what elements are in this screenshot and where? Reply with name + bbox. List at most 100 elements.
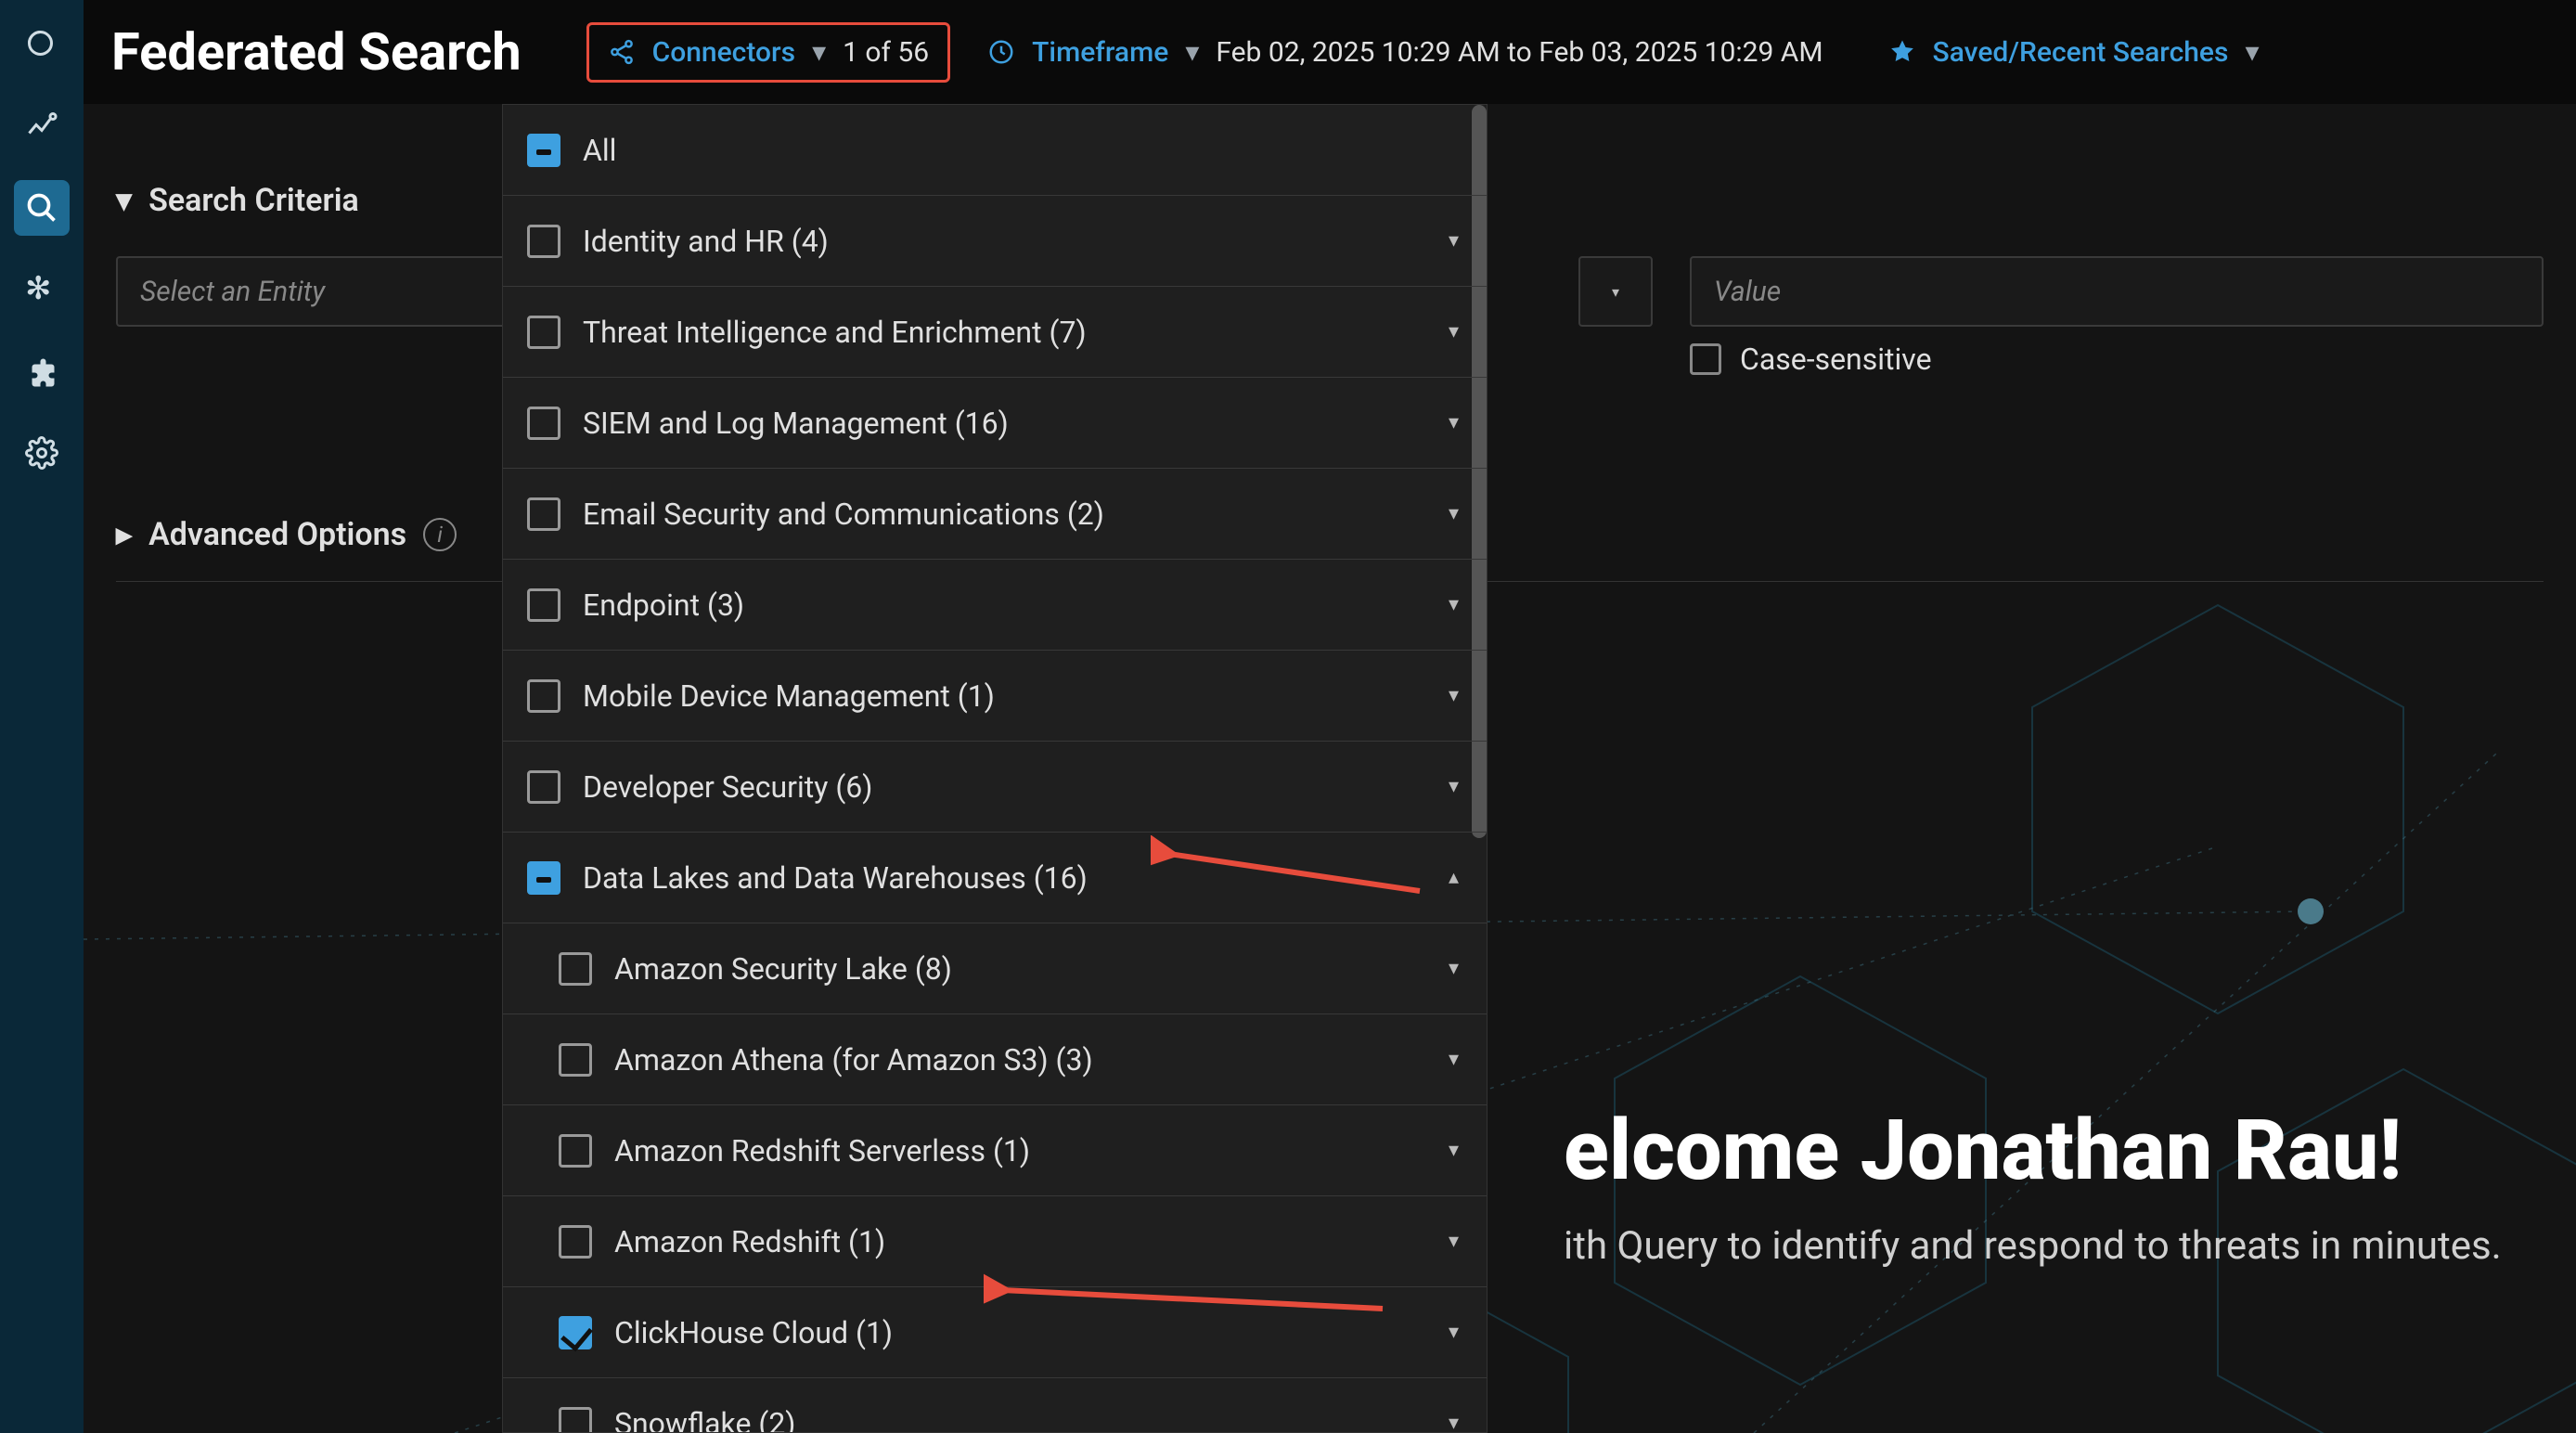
dd-group-label: Mobile Device Management (1) <box>583 678 995 714</box>
nav-connectors[interactable]: ✻ <box>14 262 70 317</box>
puzzle-icon <box>25 355 58 388</box>
caret-down-icon: ▾ <box>1449 1048 1459 1071</box>
star-icon <box>1888 38 1916 66</box>
dd-group-label: Threat Intelligence and Enrichment (7) <box>583 315 1087 350</box>
caret-down-icon: ▾ <box>1449 775 1459 798</box>
checkbox-icon <box>527 316 560 349</box>
dd-child-row[interactable]: Amazon Redshift Serverless (1) ▾ <box>503 1105 1487 1196</box>
nav-logo[interactable] <box>14 17 70 72</box>
dd-all-label: All <box>583 133 616 168</box>
checkbox-indeterminate-icon <box>527 861 560 895</box>
checkbox-icon <box>527 407 560 440</box>
network-icon: ✻ <box>25 273 58 306</box>
caret-down-icon: ▾ <box>1449 411 1459 434</box>
timeframe-value: Feb 02, 2025 10:29 AM to Feb 03, 2025 10… <box>1216 36 1823 69</box>
advanced-label: Advanced Options <box>148 516 406 553</box>
value-placeholder: Value <box>1714 276 1781 308</box>
dd-child-label: Amazon Athena (for Amazon S3) (3) <box>614 1042 1093 1078</box>
checkbox-icon <box>527 497 560 531</box>
checkbox-icon <box>527 225 560 258</box>
criteria-header-label: Search Criteria <box>148 182 359 219</box>
saved-label: Saved/Recent Searches <box>1933 36 2229 69</box>
dd-group-label: Data Lakes and Data Warehouses (16) <box>583 860 1088 896</box>
checkbox-icon <box>1690 343 1721 375</box>
search-icon <box>25 191 58 225</box>
nav-analytics[interactable] <box>14 98 70 154</box>
dd-child-label: Snowflake (2) <box>614 1406 795 1433</box>
dd-group-label: Identity and HR (4) <box>583 224 829 259</box>
caret-down-icon: ▾ <box>1449 1139 1459 1162</box>
topbar: Federated Search Connectors ▾ 1 of 56 Ti… <box>84 0 2576 104</box>
caret-down-icon: ▾ <box>1449 593 1459 616</box>
caret-down-icon: ▾ <box>1449 1230 1459 1253</box>
nav-search[interactable] <box>14 180 70 236</box>
connectors-dropdown-panel: All Identity and HR (4) ▾ Threat Intelli… <box>502 104 1488 1433</box>
checkbox-indeterminate-icon <box>527 134 560 167</box>
chevron-down-icon: ▾ <box>2245 36 2259 69</box>
connectors-count: 1 of 56 <box>843 36 929 69</box>
checkbox-icon <box>559 1407 592 1433</box>
dd-child-label: Amazon Redshift (1) <box>614 1224 885 1259</box>
welcome-banner: elcome Jonathan Rau! ith Query to identi… <box>1564 1102 2502 1269</box>
dd-group-row[interactable]: SIEM and Log Management (16) ▾ <box>503 378 1487 469</box>
dd-group-label: Developer Security (6) <box>583 769 872 805</box>
checkbox-icon <box>559 1134 592 1168</box>
chevron-down-icon: ▾ <box>1185 36 1199 69</box>
dd-child-row[interactable]: Snowflake (2) ▾ <box>503 1378 1487 1433</box>
dd-child-row-checked[interactable]: ClickHouse Cloud (1) ▾ <box>503 1287 1487 1378</box>
caret-down-icon: ▾ <box>1449 229 1459 252</box>
chevron-right-icon: ▸ <box>116 516 132 553</box>
dd-group-label: Endpoint (3) <box>583 587 744 623</box>
nav-plugins[interactable] <box>14 343 70 399</box>
connectors-selector[interactable]: Connectors ▾ 1 of 56 <box>586 22 951 83</box>
caret-down-icon: ▾ <box>1449 684 1459 707</box>
caret-down-icon: ▾ <box>1612 283 1619 301</box>
timeframe-label: Timeframe <box>1032 36 1168 69</box>
dd-group-row[interactable]: Developer Security (6) ▾ <box>503 742 1487 833</box>
chart-icon <box>25 110 58 143</box>
logo-icon <box>25 28 58 61</box>
page-title: Federated Search <box>111 21 522 83</box>
gear-icon <box>25 436 58 470</box>
share-icon <box>608 38 636 66</box>
caret-down-icon: ▾ <box>1449 1412 1459 1433</box>
dd-group-row[interactable]: Threat Intelligence and Enrichment (7) ▾ <box>503 287 1487 378</box>
dd-group-row[interactable]: Email Security and Communications (2) ▾ <box>503 469 1487 560</box>
caret-down-icon: ▾ <box>1449 320 1459 343</box>
dd-all-row[interactable]: All <box>503 105 1487 196</box>
dd-child-label: Amazon Redshift Serverless (1) <box>614 1133 1030 1168</box>
case-sensitive-option[interactable]: Case-sensitive <box>1690 342 2544 377</box>
checkbox-icon <box>559 1043 592 1077</box>
timeframe-selector[interactable]: Timeframe ▾ Feb 02, 2025 10:29 AM to Feb… <box>987 36 1823 69</box>
caret-down-icon: ▾ <box>1449 502 1459 525</box>
dd-child-row[interactable]: Amazon Security Lake (8) ▾ <box>503 923 1487 1014</box>
checkbox-icon <box>527 770 560 804</box>
dd-group-label: SIEM and Log Management (16) <box>583 406 1009 441</box>
dd-group-row[interactable]: Identity and HR (4) ▾ <box>503 196 1487 287</box>
connectors-label: Connectors <box>652 36 795 69</box>
checkbox-checked-icon <box>559 1316 592 1349</box>
checkbox-icon <box>527 679 560 713</box>
welcome-heading: elcome Jonathan Rau! <box>1564 1102 2502 1199</box>
caret-up-icon: ▴ <box>1449 866 1459 889</box>
saved-searches-selector[interactable]: Saved/Recent Searches ▾ <box>1888 36 2260 69</box>
dd-group-label: Email Security and Communications (2) <box>583 497 1104 532</box>
dd-child-row[interactable]: Amazon Athena (for Amazon S3) (3) ▾ <box>503 1014 1487 1105</box>
clock-icon <box>987 38 1015 66</box>
dd-group-row[interactable]: Mobile Device Management (1) ▾ <box>503 651 1487 742</box>
middle-dropdown[interactable]: ▾ <box>1578 256 1653 327</box>
dd-child-row[interactable]: Amazon Redshift (1) ▾ <box>503 1196 1487 1287</box>
nav-settings[interactable] <box>14 425 70 481</box>
dd-child-label: Amazon Security Lake (8) <box>614 951 952 987</box>
dd-group-row-expanded[interactable]: Data Lakes and Data Warehouses (16) ▴ <box>503 833 1487 923</box>
welcome-subtext: ith Query to identify and respond to thr… <box>1564 1223 2502 1269</box>
case-label: Case-sensitive <box>1740 342 1932 377</box>
checkbox-icon <box>527 588 560 622</box>
dd-group-row[interactable]: Endpoint (3) ▾ <box>503 560 1487 651</box>
checkbox-icon <box>559 1225 592 1259</box>
value-input[interactable]: Value <box>1690 256 2544 327</box>
checkbox-icon <box>559 952 592 986</box>
caret-down-icon: ▾ <box>1449 957 1459 980</box>
info-icon[interactable]: i <box>423 518 457 551</box>
entity-placeholder: Select an Entity <box>140 276 325 308</box>
